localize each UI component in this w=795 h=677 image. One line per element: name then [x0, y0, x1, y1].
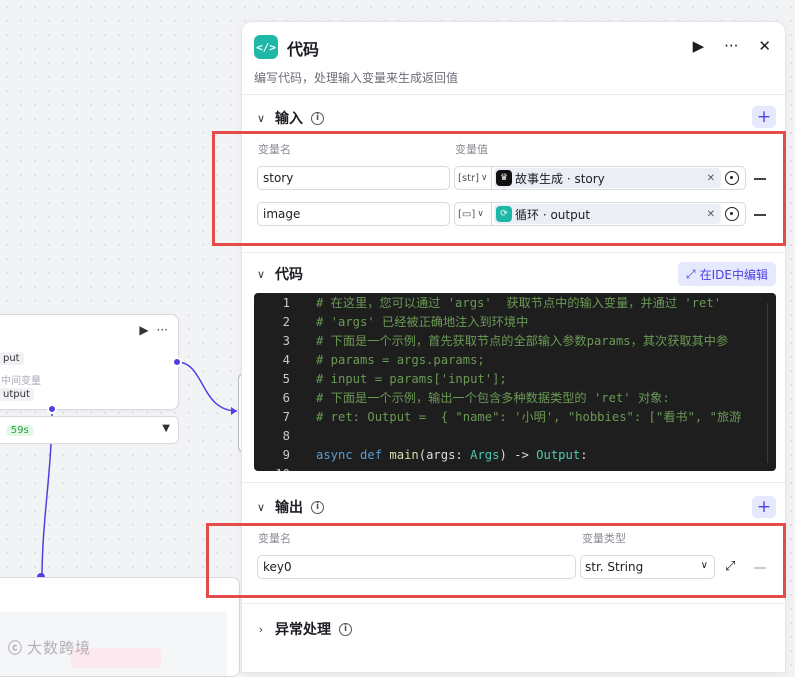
info-icon[interactable]: i [339, 622, 352, 636]
add-output-button[interactable]: + [752, 496, 776, 518]
code-line: 9 async def main(args: Args) -> Output: [282, 448, 588, 462]
chevron-down-icon[interactable]: ∨ [255, 501, 267, 514]
code-section-title: 代码 [275, 267, 303, 283]
duration-badge: 59s [6, 424, 33, 436]
code-icon: </> [254, 35, 278, 59]
chevron-down-icon[interactable]: ∨ [255, 112, 267, 125]
code-line: 10 [254, 465, 316, 471]
input-section-title: 输入 [275, 111, 303, 127]
code-line: 6 # 下面是一个示例，输出一个包含多种数据类型的 'ret' 对象: [282, 391, 670, 405]
code-line: 7 # ret: Output = { "name": '小明', "hobbie… [282, 410, 742, 424]
node-output-port[interactable] [172, 357, 182, 367]
output-highlight-box [206, 523, 786, 598]
more-icon[interactable]: ··· [724, 36, 738, 56]
chevron-right-icon[interactable]: › [255, 623, 267, 636]
canvas-node-lower[interactable] [0, 577, 240, 677]
node-run-icon[interactable]: ▶ [139, 323, 148, 337]
code-line: 2 # 'args' 已经被正确地注入到环境中 [282, 315, 529, 329]
divider [242, 603, 785, 604]
input-section-header[interactable]: ∨ 输入 i [255, 108, 324, 128]
ide-button-label: 在IDE中编辑 [699, 267, 768, 282]
watermark-text: 大数跨境 [27, 639, 92, 657]
panel-description: 编写代码，处理输入变量来生成返回值 [254, 71, 459, 85]
panel-header: </> 代码 编写代码，处理输入变量来生成返回值 ▶ ··· ✕ [242, 22, 785, 95]
code-line: 5 # input = params['input']; [282, 372, 507, 386]
code-section-header[interactable]: ∨ 代码 [255, 264, 303, 284]
expand-icon: ⤢ [686, 266, 696, 281]
node-hint-text: 置中间变量 [0, 376, 41, 387]
code-line: 3 # 下面是一个示例，首先获取节点的全部输入参数params，其次获取其中参 [282, 334, 729, 348]
divider [242, 482, 785, 483]
output-section-header[interactable]: ∨ 输出 i [255, 497, 324, 517]
output-section-title: 输出 [275, 500, 303, 516]
code-line: 1 # 在这里，您可以通过 'args' 获取节点中的输入变量，并通过 'ret' [282, 296, 722, 310]
add-input-button[interactable]: + [752, 106, 776, 128]
node-output-tag: utput [0, 388, 34, 401]
info-icon[interactable]: i [311, 500, 324, 514]
code-line: 8 [282, 429, 290, 443]
divider [242, 252, 785, 253]
run-icon[interactable]: ▶ [693, 36, 705, 56]
close-icon[interactable]: ✕ [758, 36, 771, 56]
canvas-node[interactable]: ▶ ··· put 置中间变量 utput [0, 314, 179, 410]
code-line: 4 # params = args.params; [282, 353, 485, 367]
node-output-tag: put [0, 352, 24, 365]
panel-title: 代码 [287, 40, 320, 59]
code-scrollbar[interactable] [767, 303, 768, 463]
error-section-title: 异常处理 [275, 622, 331, 638]
chevron-down-icon: ▼ [162, 423, 170, 434]
info-icon[interactable]: i [311, 111, 324, 125]
chevron-down-icon[interactable]: ∨ [255, 268, 267, 281]
input-highlight-box [212, 131, 786, 246]
node-batch-select[interactable]: | 59s ▼ [0, 416, 179, 444]
code-editor[interactable]: 1 # 在这里，您可以通过 'args' 获取节点中的输入变量，并通过 'ret'… [254, 293, 776, 471]
watermark: ⓒ 大数跨境 [8, 637, 91, 658]
watermark-logo-icon: ⓒ [8, 640, 23, 657]
node-bottom-port[interactable] [47, 404, 57, 414]
edit-in-ide-button[interactable]: ⤢ 在IDE中编辑 [678, 262, 776, 286]
node-more-icon[interactable]: ··· [157, 323, 168, 337]
error-section-header[interactable]: › 异常处理 i [255, 619, 352, 639]
